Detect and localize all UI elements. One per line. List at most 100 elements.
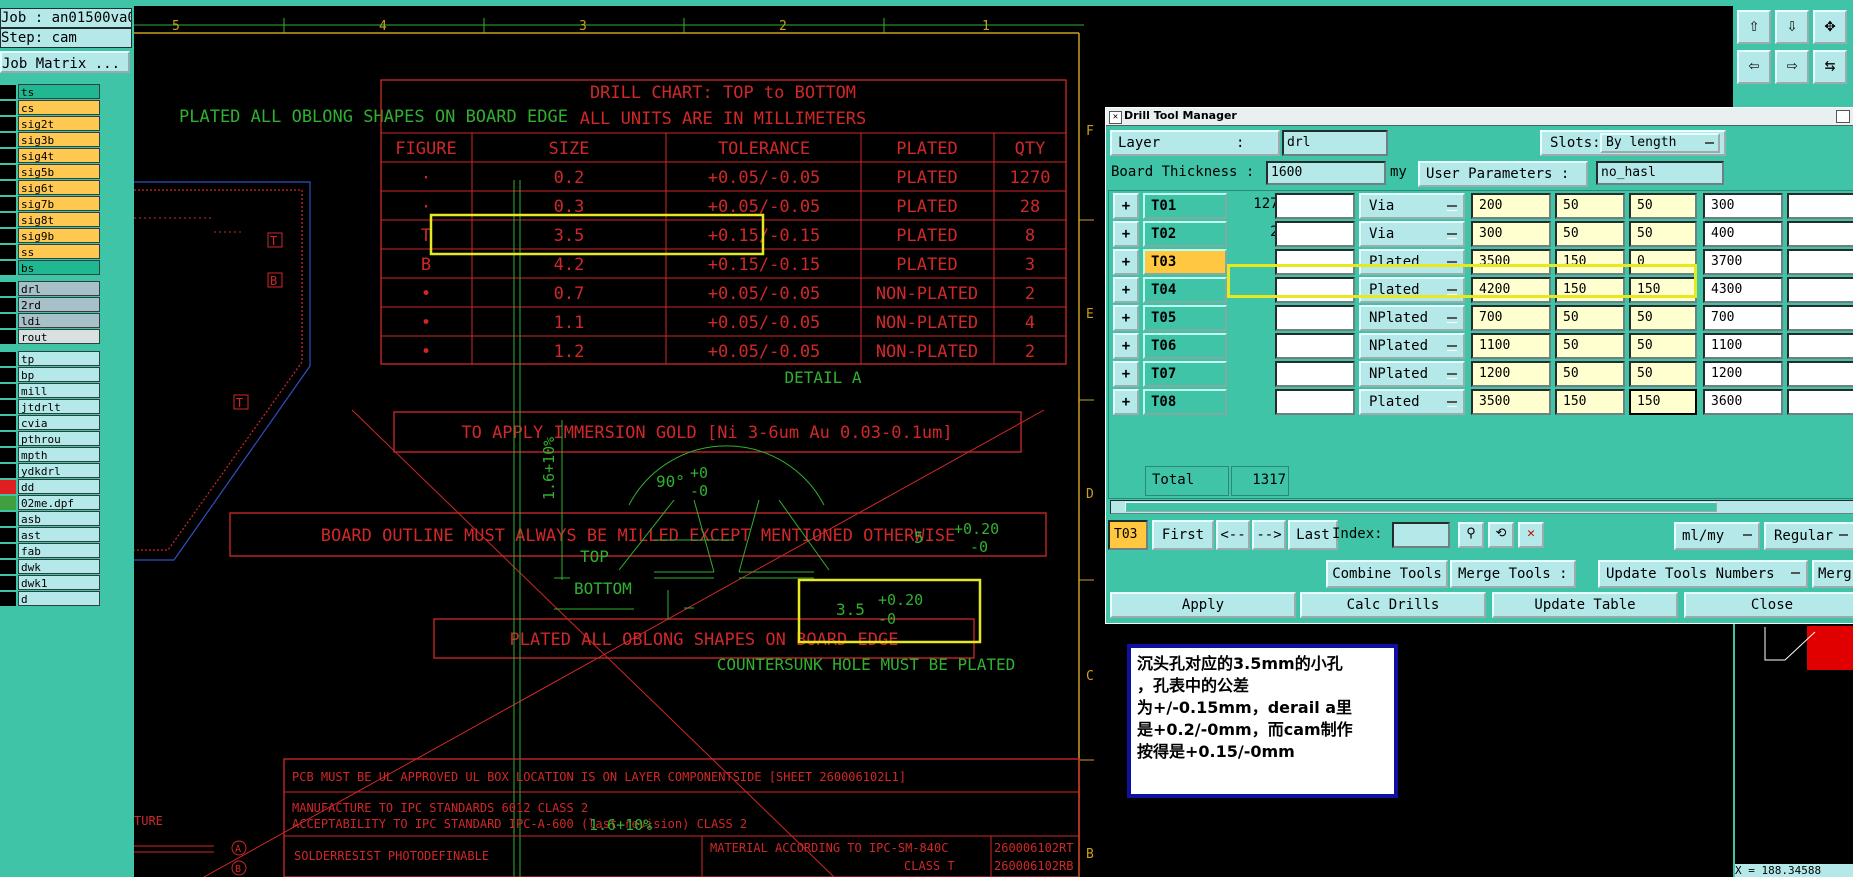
finish-size-input[interactable]: 1200 bbox=[1471, 361, 1551, 387]
layer-swatch[interactable] bbox=[0, 464, 16, 478]
layer-row[interactable]: cs bbox=[0, 100, 104, 116]
layer-row[interactable]: ss bbox=[0, 244, 104, 260]
extra-param-input[interactable] bbox=[1787, 361, 1853, 387]
expand-tool-button[interactable]: + bbox=[1113, 333, 1139, 359]
layer-row[interactable]: dd bbox=[0, 479, 104, 495]
layer-name[interactable]: ss bbox=[18, 244, 100, 259]
calc-drills-button[interactable]: Calc Drills bbox=[1300, 592, 1486, 618]
drill-size-input[interactable]: 3600 bbox=[1703, 389, 1783, 415]
layer-swatch[interactable] bbox=[0, 261, 16, 275]
tool-name[interactable]: T02 bbox=[1143, 221, 1227, 247]
job-matrix-button[interactable]: Job Matrix ... bbox=[0, 51, 130, 73]
tool-type-dropdown[interactable]: NPlated bbox=[1359, 361, 1465, 387]
layer-name[interactable]: mpth bbox=[18, 447, 100, 462]
index-input[interactable] bbox=[1392, 522, 1450, 548]
drill-size-input[interactable]: 400 bbox=[1703, 221, 1783, 247]
tol-plus-input[interactable]: 50 bbox=[1555, 221, 1625, 247]
layer-row[interactable]: tp bbox=[0, 351, 104, 367]
tol-minus-input[interactable]: 50 bbox=[1629, 361, 1697, 387]
pan-icon[interactable]: ✥ bbox=[1813, 10, 1847, 44]
layer-swatch[interactable] bbox=[0, 560, 16, 574]
layer-row[interactable]: jtdrlt bbox=[0, 399, 104, 415]
tol-minus-input[interactable]: 50 bbox=[1629, 221, 1697, 247]
close-button[interactable]: Close bbox=[1684, 592, 1853, 618]
tol-minus-input[interactable]: 50 bbox=[1629, 305, 1697, 331]
layer-swatch[interactable] bbox=[0, 101, 16, 115]
layer-row[interactable]: sig4t bbox=[0, 148, 104, 164]
layer-name[interactable]: cvia bbox=[18, 415, 100, 430]
layer-row[interactable]: mill bbox=[0, 383, 104, 399]
update-tools-numbers-dropdown[interactable]: Update Tools Numbers bbox=[1598, 560, 1808, 588]
layer-row[interactable]: ldi bbox=[0, 313, 104, 329]
layer-name[interactable]: 2rd bbox=[18, 297, 100, 312]
tol-plus-input[interactable]: 150 bbox=[1555, 389, 1625, 415]
move-left-icon[interactable]: ⇦ bbox=[1737, 50, 1771, 84]
layer-name[interactable]: rout bbox=[18, 329, 100, 344]
layer-row[interactable]: sig5b bbox=[0, 164, 104, 180]
layer-swatch[interactable] bbox=[0, 544, 16, 558]
combine-tools-button[interactable]: Combine Tools bbox=[1326, 560, 1448, 588]
finish-size-input[interactable]: 1100 bbox=[1471, 333, 1551, 359]
layer-row[interactable]: bs bbox=[0, 260, 104, 276]
layer-name[interactable]: bp bbox=[18, 367, 100, 382]
layer-swatch[interactable] bbox=[0, 229, 16, 243]
expand-tool-button[interactable]: + bbox=[1113, 249, 1139, 275]
layer-name[interactable]: dd bbox=[18, 479, 100, 494]
tool-type-dropdown[interactable]: Via bbox=[1359, 193, 1465, 219]
delete-icon[interactable]: ✕ bbox=[1518, 522, 1544, 548]
drill-size-input[interactable]: 700 bbox=[1703, 305, 1783, 331]
layer-row[interactable]: cvia bbox=[0, 415, 104, 431]
layer-name[interactable]: sig3b bbox=[18, 132, 100, 147]
layer-swatch[interactable] bbox=[0, 352, 16, 366]
layer-swatch[interactable] bbox=[0, 480, 16, 494]
layer-swatch[interactable] bbox=[0, 314, 16, 328]
layer-name[interactable]: sig6t bbox=[18, 180, 100, 195]
layer-name[interactable]: ast bbox=[18, 527, 100, 542]
mode-dropdown[interactable]: Regular bbox=[1764, 522, 1853, 550]
layer-name[interactable]: tp bbox=[18, 351, 100, 366]
layer-row[interactable]: sig8t bbox=[0, 212, 104, 228]
slots-dropdown[interactable]: By length bbox=[1600, 133, 1720, 153]
layer-swatch[interactable] bbox=[0, 330, 16, 344]
tool-comment-input[interactable] bbox=[1275, 305, 1355, 331]
layer-name[interactable]: sig7b bbox=[18, 196, 100, 211]
tol-plus-input[interactable]: 50 bbox=[1555, 333, 1625, 359]
layer-name[interactable]: dwk1 bbox=[18, 575, 100, 590]
layer-swatch[interactable] bbox=[0, 496, 16, 510]
layer-row[interactable]: sig6t bbox=[0, 180, 104, 196]
layer-name[interactable]: ts bbox=[18, 84, 100, 99]
layer-row[interactable]: rout bbox=[0, 329, 104, 345]
layer-swatch[interactable] bbox=[0, 528, 16, 542]
layer-swatch[interactable] bbox=[0, 133, 16, 147]
extra-param-input[interactable] bbox=[1787, 333, 1853, 359]
layer-row[interactable]: drl bbox=[0, 281, 104, 297]
layer-name[interactable]: mill bbox=[18, 383, 100, 398]
layer-swatch[interactable] bbox=[0, 181, 16, 195]
finish-size-input[interactable]: 200 bbox=[1471, 193, 1551, 219]
layer-name[interactable]: d bbox=[18, 591, 100, 606]
drill-size-input[interactable]: 300 bbox=[1703, 193, 1783, 219]
layer-row[interactable]: bp bbox=[0, 367, 104, 383]
layer-row[interactable]: 2rd bbox=[0, 297, 104, 313]
tool-comment-input[interactable] bbox=[1275, 193, 1355, 219]
tool-name[interactable]: T07 bbox=[1143, 361, 1227, 387]
layer-row[interactable]: dwk bbox=[0, 559, 104, 575]
apply-button[interactable]: Apply bbox=[1110, 592, 1296, 618]
tol-plus-input[interactable]: 50 bbox=[1555, 305, 1625, 331]
tool-name[interactable]: T03 bbox=[1143, 249, 1227, 275]
extra-param-input[interactable] bbox=[1787, 193, 1853, 219]
layer-row[interactable]: d bbox=[0, 591, 104, 607]
user-parameters-input[interactable]: no_hasl bbox=[1596, 161, 1724, 185]
tool-name[interactable]: T06 bbox=[1143, 333, 1227, 359]
layer-swatch[interactable] bbox=[0, 592, 16, 606]
horizontal-scrollbar[interactable] bbox=[1110, 500, 1853, 514]
refresh-icon[interactable]: ⟲ bbox=[1488, 522, 1514, 548]
finish-size-input[interactable]: 700 bbox=[1471, 305, 1551, 331]
tool-name[interactable]: T05 bbox=[1143, 305, 1227, 331]
layer-row[interactable]: sig2t bbox=[0, 116, 104, 132]
layer-row[interactable]: 02me.dpf bbox=[0, 495, 104, 511]
layer-swatch[interactable] bbox=[0, 512, 16, 526]
layer-swatch[interactable] bbox=[0, 400, 16, 414]
layer-row[interactable]: sig7b bbox=[0, 196, 104, 212]
extra-param-input[interactable] bbox=[1787, 389, 1853, 415]
